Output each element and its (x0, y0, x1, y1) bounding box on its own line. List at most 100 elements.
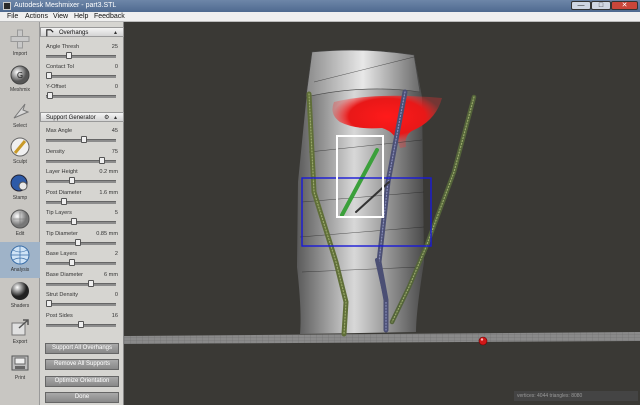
slider-thumb[interactable] (47, 92, 53, 99)
slider-thumb[interactable] (69, 259, 75, 266)
param-value[interactable]: 0 (115, 292, 118, 298)
collapse-icon[interactable]: ▴ (114, 29, 117, 37)
support-all-overhangs-button[interactable]: Support All Overhangs (45, 343, 119, 354)
slider-thumb[interactable] (69, 177, 75, 184)
support-generator-header[interactable]: Support Generator ⚙ ▴ (40, 112, 124, 122)
tool-edit[interactable]: Edit (0, 206, 40, 242)
close-button[interactable]: ✕ (611, 1, 638, 10)
analysis-sphere-icon (10, 245, 30, 265)
menu-file[interactable]: File (7, 13, 18, 21)
support-generator-title: Support Generator (46, 115, 96, 121)
tool-analysis[interactable]: Analysis (0, 242, 40, 278)
tool-shaders[interactable]: Shaders (0, 278, 40, 314)
minimize-button[interactable]: — (571, 1, 591, 10)
slider-thumb[interactable] (46, 72, 52, 79)
tool-label: Shaders (10, 303, 30, 309)
red-ball-marker[interactable] (478, 336, 488, 346)
param-value[interactable]: 25 (112, 44, 118, 50)
tool-label: Analysis (10, 267, 30, 273)
param-value[interactable]: 0.85 mm (96, 231, 118, 237)
param-tip-diameter: Tip Diameter 0.85 mm (46, 231, 120, 251)
param-label: Post Diameter (46, 189, 82, 196)
tool-export[interactable]: Export (0, 314, 40, 350)
param-label: Layer Height (46, 169, 78, 175)
stamp-icon (10, 174, 28, 192)
tool-meshmix[interactable]: G Meshmix (0, 62, 40, 98)
optimize-orientation-button[interactable]: Optimize Orientation (45, 376, 119, 387)
maximize-button[interactable]: □ (591, 1, 611, 10)
param-value[interactable]: 0 (115, 84, 118, 90)
slider-thumb[interactable] (61, 197, 67, 205)
overhangs-icon (46, 29, 54, 37)
slider-track[interactable] (46, 241, 116, 245)
param-value[interactable]: 6 mm (104, 272, 118, 278)
settings-icon[interactable]: ⚙ (104, 114, 109, 122)
param-label: Base Diameter (46, 271, 83, 278)
build-plate-grid (124, 332, 640, 344)
slider-track[interactable] (46, 282, 116, 286)
slider-thumb[interactable] (71, 218, 77, 225)
param-base-diameter: Base Diameter 6 mm (46, 272, 120, 292)
param-label: Tip Layers (46, 210, 72, 216)
tool-label: Select (13, 123, 27, 129)
tool-label: Sculpt (13, 159, 27, 165)
slider-track[interactable] (46, 200, 116, 204)
collapse-icon[interactable]: ▴ (114, 114, 117, 122)
slider-thumb[interactable] (78, 320, 84, 328)
tool-print[interactable]: Print (0, 350, 40, 386)
slider-track[interactable] (46, 159, 116, 163)
param-strut-density: Strut Density 0 (46, 292, 120, 312)
param-contact-tol: Contact Tol 0 (46, 64, 120, 84)
menu-actions[interactable]: Actions (25, 13, 48, 21)
tool-label: Meshmix (9, 87, 30, 93)
param-value[interactable]: 16 (112, 313, 118, 319)
param-value[interactable]: 0.2 mm (99, 169, 118, 175)
param-label: Y-Offset (46, 84, 66, 90)
param-density: Density 75 (46, 149, 120, 169)
remove-all-supports-button[interactable]: Remove All Supports (45, 359, 119, 370)
tool-import[interactable]: Import (0, 26, 40, 62)
slider-thumb[interactable] (81, 136, 87, 143)
param-value[interactable]: 45 (112, 128, 118, 134)
tool-label: Stamp (12, 195, 28, 201)
tool-label: Import (12, 51, 28, 57)
slider-thumb[interactable] (46, 300, 52, 307)
menu-feedback[interactable]: Feedback (94, 13, 125, 21)
plus-icon (10, 29, 30, 49)
param-post-sides: Post Sides 16 (46, 313, 120, 333)
param-value[interactable]: 0 (115, 64, 118, 70)
tool-label: Export (12, 339, 28, 345)
tool-stamp[interactable]: Stamp (0, 170, 40, 206)
param-value[interactable]: 1.6 mm (99, 190, 118, 196)
slider-track[interactable] (46, 75, 116, 78)
slider-track[interactable] (46, 95, 116, 98)
param-max-angle: Max Angle 45 (46, 128, 120, 148)
param-value[interactable]: 5 (115, 210, 118, 216)
slider-track[interactable] (46, 262, 116, 265)
window-title: Autodesk Meshmixer - part3.STL (14, 2, 117, 9)
svg-text:G: G (17, 71, 23, 80)
slider-thumb[interactable] (75, 238, 81, 246)
param-layer-height: Layer Height 0.2 mm (46, 169, 120, 189)
tool-select[interactable]: Select (0, 98, 40, 134)
slider-thumb[interactable] (66, 52, 72, 59)
menu-view[interactable]: View (53, 13, 68, 21)
app-icon (3, 2, 11, 10)
param-tip-layers: Tip Layers 5 (46, 210, 120, 230)
param-label: Density (46, 148, 65, 155)
slider-track[interactable] (46, 180, 116, 183)
slider-thumb[interactable] (88, 279, 94, 287)
overhangs-header[interactable]: Overhangs ▴ (40, 27, 124, 37)
properties-panel: Overhangs ▴ Angle Thresh 25 Contact Tol 0 Y-… (40, 22, 124, 405)
slider-track[interactable] (46, 303, 116, 306)
slider-track[interactable] (46, 221, 116, 224)
done-button[interactable]: Done (45, 392, 119, 403)
param-angle-thresh: Angle Thresh 25 (46, 44, 120, 64)
param-value[interactable]: 2 (115, 251, 118, 257)
tool-sculpt[interactable]: Sculpt (0, 134, 40, 170)
param-value[interactable]: 75 (112, 149, 118, 155)
slider-track[interactable] (46, 55, 116, 58)
3d-viewport[interactable] (124, 22, 640, 405)
slider-thumb[interactable] (99, 156, 105, 164)
menu-help[interactable]: Help (74, 13, 88, 21)
